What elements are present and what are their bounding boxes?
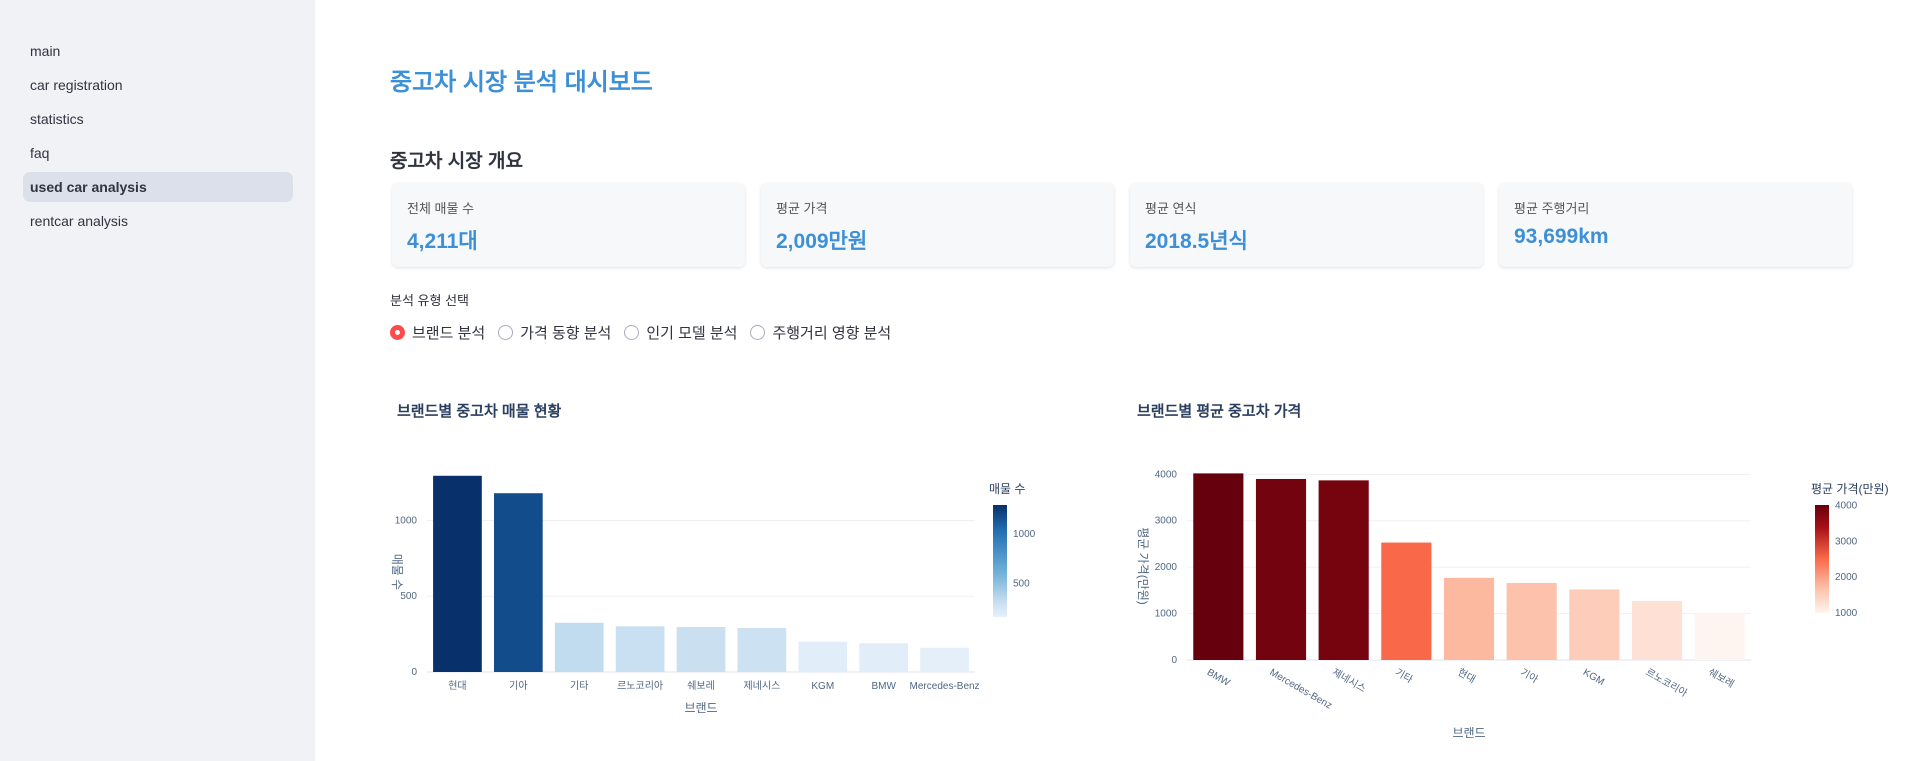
metric-label: 평균 가격 <box>776 201 828 216</box>
bar <box>1569 589 1620 660</box>
x-tick-label: 기아 <box>509 680 527 692</box>
x-tick-label: Mercedes-Benz <box>1268 667 1334 712</box>
bar <box>1443 577 1495 660</box>
sidebar-item-rentcar-analysis[interactable]: rentcar analysis <box>23 206 293 236</box>
bar <box>1381 542 1432 660</box>
y-tick-label: 500 <box>400 591 417 602</box>
metric-card-total-listings: 전체 매물 수 4,211대 <box>392 183 745 267</box>
radio-dot-icon <box>624 325 640 340</box>
radio-popular-model-analysis[interactable]: 인기 모델 분석 <box>624 322 737 343</box>
y-axis-title: 평균 가격(만원) <box>1136 527 1150 605</box>
y-tick-label: 4000 <box>1155 469 1178 480</box>
x-axis-title: 브랜드 <box>1452 726 1485 740</box>
metric-label: 전체 매물 수 <box>407 201 475 216</box>
radio-brand-analysis[interactable]: 브랜드 분석 <box>390 322 485 343</box>
sidebar-item-used-car-analysis[interactable]: used car analysis <box>23 172 293 202</box>
main-content: 중고차 시장 분석 대시보드 중고차 시장 개요 전체 매물 수 4,211대 … <box>315 0 1920 761</box>
x-tick-label: KGM <box>811 681 834 692</box>
radio-mileage-impact-analysis[interactable]: 주행거리 영향 분석 <box>750 322 891 343</box>
radio-label: 주행거리 영향 분석 <box>772 325 892 342</box>
metric-value: 2,009만원 <box>776 230 868 253</box>
colorbar <box>993 505 1007 617</box>
bar <box>1318 480 1369 660</box>
y-tick-label: 1000 <box>1155 609 1178 620</box>
y-tick-label: 1000 <box>395 515 418 526</box>
colorbar-tick-label: 4000 <box>1835 501 1858 512</box>
x-tick-label: 기타 <box>570 680 588 692</box>
sidebar-item-statistics[interactable]: statistics <box>23 104 293 134</box>
bar <box>859 643 909 672</box>
bar <box>615 626 665 672</box>
bar <box>737 628 787 672</box>
bar <box>920 647 969 672</box>
x-tick-label: 현대 <box>448 680 466 692</box>
metric-card-average-price: 평균 가격 2,009만원 <box>761 183 1114 267</box>
colorbar-title: 평균 가격(만원) <box>1811 482 1889 496</box>
y-axis-title: 매물 수 <box>390 554 404 590</box>
metric-card-average-mileage: 평균 주행거리 93,699km <box>1499 183 1852 267</box>
bar <box>1506 582 1557 660</box>
bar <box>433 475 482 672</box>
x-tick-label: 르노코리아 <box>617 680 663 692</box>
radio-label: 인기 모델 분석 <box>646 325 738 342</box>
colorbar-tick-label: 500 <box>1013 578 1030 589</box>
bar <box>798 641 848 672</box>
radio-dot-icon <box>390 325 405 340</box>
colorbar-tick-label: 2000 <box>1835 572 1858 583</box>
x-tick-label: BMW <box>1205 667 1232 689</box>
radio-price-trend-analysis[interactable]: 가격 동향 분석 <box>498 322 611 343</box>
x-tick-label: 제네시스 <box>743 680 780 692</box>
x-tick-label: 쉐보레 <box>1706 666 1736 690</box>
bar <box>676 627 726 672</box>
colorbar <box>1815 505 1829 613</box>
sidebar-item-car-registration[interactable]: car registration <box>23 70 293 100</box>
sidebar-item-main[interactable]: main <box>23 36 293 66</box>
chart-title-listings: 브랜드별 중고차 매물 현황 <box>397 403 562 420</box>
colorbar-tick-label: 1000 <box>1013 529 1036 540</box>
section-title: 중고차 시장 개요 <box>390 151 523 172</box>
x-tick-label: KGM <box>1581 667 1606 688</box>
chart-title-avg-price: 브랜드별 평균 중고차 가격 <box>1137 403 1302 420</box>
radio-label: 가격 동향 분석 <box>520 325 612 342</box>
metric-value: 93,699km <box>1514 225 1609 248</box>
x-tick-label: 현대 <box>1456 666 1478 686</box>
y-tick-label: 2000 <box>1155 562 1178 573</box>
metric-label: 평균 연식 <box>1145 201 1197 216</box>
analysis-type-label: 분석 유형 선택 <box>390 293 469 308</box>
x-tick-label: BMW <box>871 681 896 692</box>
bar <box>1255 478 1307 660</box>
x-tick-label: Mercedes-Benz <box>910 681 980 692</box>
analysis-type-radio-group: 브랜드 분석 가격 동향 분석 인기 모델 분석 주행거리 영향 분석 <box>390 322 891 343</box>
x-tick-label: 기타 <box>1393 666 1415 686</box>
sidebar: main car registration statistics faq use… <box>0 0 315 761</box>
radio-label: 브랜드 분석 <box>412 325 486 342</box>
bar <box>1694 613 1745 660</box>
x-axis-title: 브랜드 <box>684 701 717 715</box>
metric-card-average-year: 평균 연식 2018.5년식 <box>1130 183 1483 267</box>
bar <box>1631 601 1683 660</box>
x-tick-label: 쉐보레 <box>687 680 715 692</box>
chart-listings-by-brand: 0 500 1000 매물 수현대 기아 기타 르노코리아 쉐보레 제네시스 KGM BMW Merc… <box>390 475 1036 715</box>
y-tick-label: 3000 <box>1155 516 1178 527</box>
page-title: 중고차 시장 분석 대시보드 <box>390 69 653 96</box>
radio-dot-icon <box>498 325 514 340</box>
y-tick-label: 0 <box>411 667 417 678</box>
metric-label: 평균 주행거리 <box>1514 201 1590 216</box>
x-tick-label: 제네시스 <box>1330 666 1368 695</box>
sidebar-item-faq[interactable]: faq <box>23 138 293 168</box>
metric-value: 2018.5년식 <box>1145 230 1248 253</box>
colorbar-tick-label: 3000 <box>1835 536 1858 547</box>
y-tick-label: 0 <box>1171 655 1177 666</box>
colorbar-title: 매물 수 <box>989 482 1025 496</box>
metric-value: 4,211대 <box>407 230 478 253</box>
colorbar-tick-label: 1000 <box>1835 608 1858 619</box>
bar <box>493 493 543 672</box>
chart-avg-price-by-brand: 0 1000 2000 3000 4000 평균 가격(만원) BMW Mercedes-Be… <box>1136 469 1889 740</box>
bar <box>1193 473 1244 660</box>
bar <box>554 622 604 672</box>
radio-dot-icon <box>750 325 766 340</box>
x-tick-label: 르노코리아 <box>1644 666 1690 699</box>
x-tick-label: 기아 <box>1518 666 1540 686</box>
